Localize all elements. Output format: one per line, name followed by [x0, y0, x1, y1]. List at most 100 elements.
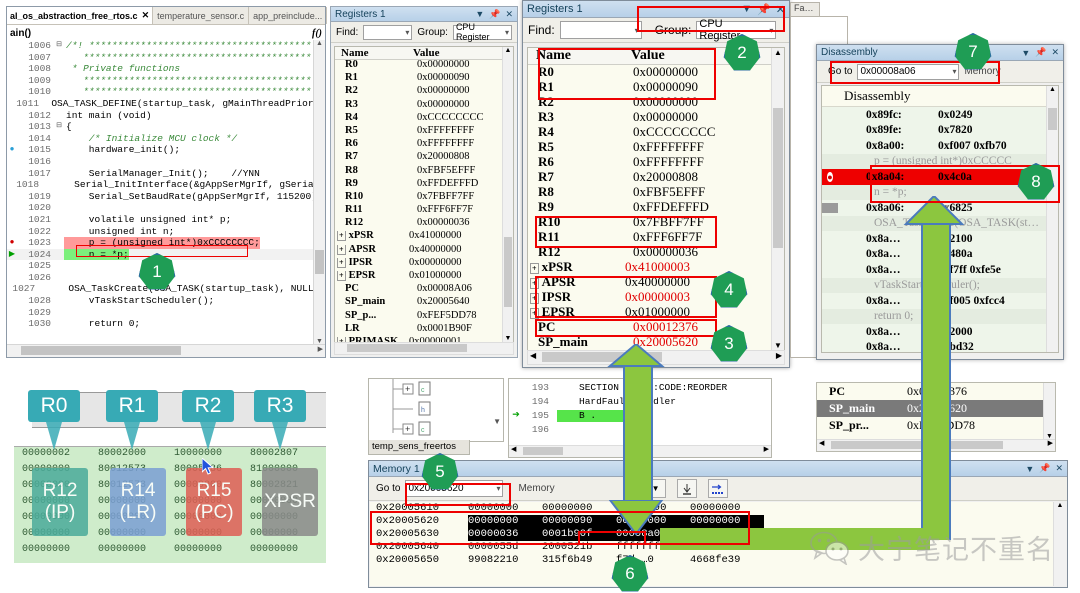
code-line[interactable]: 1009 ***********************************… — [7, 75, 325, 87]
code-line[interactable]: 1011 OSA_TASK_DEFINE(startup_task, gMainT… — [7, 98, 325, 110]
scroll-up-icon[interactable]: ▲ — [503, 47, 513, 54]
hscroll-thumb[interactable] — [347, 344, 467, 352]
fold-icon[interactable]: ⊟ — [54, 121, 64, 133]
chevron-down-icon[interactable]: ▾ — [501, 28, 509, 37]
disassembly-instruction[interactable]: 0x89fe: 0x7820 — [822, 123, 1058, 139]
code-line[interactable]: 1006 ⊟/*! *******************************… — [7, 40, 325, 52]
find-input[interactable]: ▾ — [559, 21, 642, 39]
pin-icon[interactable]: 📌 — [1035, 47, 1046, 58]
function-icon[interactable]: f() — [312, 28, 322, 39]
scroll-up-icon[interactable]: ▲ — [314, 40, 325, 47]
register-row[interactable]: R7 0x20000808 — [335, 151, 513, 165]
scroll-thumb[interactable] — [504, 237, 512, 307]
group-select[interactable]: CPU Register ▾ — [696, 18, 777, 42]
tab-app-preinclude[interactable]: app_preinclude... — [249, 7, 328, 24]
expand-icon[interactable]: + — [530, 308, 539, 319]
hscroll-left-icon[interactable]: ◀ — [530, 351, 536, 360]
hscroll-thumb[interactable] — [21, 346, 181, 355]
register-row[interactable]: R11 0xFFF6FF7F — [528, 230, 784, 245]
close-icon[interactable]: ✕ — [1051, 47, 1059, 58]
register-row[interactable]: R2 0x00000000 — [528, 95, 784, 110]
register-row[interactable]: R4 0xCCCCCCCC — [528, 125, 784, 140]
hscroll-left-icon[interactable]: ◀ — [819, 439, 824, 447]
chevron-down-icon[interactable]: ▾ — [631, 26, 639, 35]
register-row[interactable]: R3 0x00000000 — [335, 99, 513, 113]
scroll-thumb[interactable] — [773, 108, 783, 248]
chevron-down-icon[interactable]: ▾ — [765, 26, 773, 35]
tree-scroll-down-icon[interactable]: ▼ — [493, 417, 501, 426]
register-row[interactable]: LR 0x0001B90F — [335, 323, 513, 337]
code-line[interactable]: ● 1023 p = (unsigned int*)0xCCCCCCCC; — [7, 237, 325, 249]
close-icon[interactable]: ✕ — [142, 10, 150, 21]
hscroll-thumb[interactable] — [523, 447, 563, 455]
code-line[interactable]: 1010 ***********************************… — [7, 86, 325, 98]
hscroll-right-icon[interactable]: ▶ — [1048, 439, 1053, 447]
hscroll-right-icon[interactable]: ▶ — [776, 351, 782, 360]
code-line[interactable]: 1029 — [7, 307, 325, 319]
disassembly-source-line[interactable]: p = (unsigned int*)0xCCCCC — [822, 153, 1058, 169]
register-row[interactable]: R10 0x7FBFF7FF — [528, 215, 784, 230]
memory-goto-input[interactable]: 0x20005620 ▾ — [405, 480, 504, 497]
scroll-thumb[interactable] — [315, 250, 324, 274]
scroll-down-icon[interactable]: ▼ — [772, 341, 784, 350]
code-line[interactable]: 1017 SerialManager_Init(); //YNN — [7, 168, 325, 180]
project-tree-panel[interactable]: + + c h c ▼ — [368, 378, 504, 442]
code-line[interactable]: 1019 Serial_SetBaudRate(gAppSerMgrIf, 11… — [7, 191, 325, 203]
fold-icon[interactable]: ⊟ — [54, 40, 64, 52]
memory-fill-icon[interactable] — [676, 479, 697, 498]
code-line[interactable]: 1007 ***********************************… — [7, 52, 325, 64]
expand-icon[interactable]: + — [530, 293, 539, 304]
hscroll-right-icon[interactable]: ▶ — [318, 345, 323, 353]
disassembly-instruction[interactable]: 0x89fc: 0x0249 — [822, 107, 1058, 123]
panel-menu-icon[interactable]: ▼ — [475, 9, 484, 19]
registers-bottom-vscroll[interactable]: ▼ — [1043, 383, 1055, 440]
scroll-thumb[interactable] — [1048, 108, 1057, 130]
registers-small-vscroll[interactable]: ▲ ▼ — [502, 47, 513, 342]
panel-menu-icon[interactable]: ▼ — [1025, 464, 1034, 474]
register-row[interactable]: R12 0x00000036 — [528, 245, 784, 260]
register-row[interactable]: R6 0xFFFFFFFF — [528, 155, 784, 170]
tab-al-os-abstraction[interactable]: al_os_abstraction_free_rtos.c ✕ — [7, 7, 154, 24]
code-line[interactable]: 1030 return 0; — [7, 318, 325, 330]
memory-export-icon[interactable] — [707, 479, 728, 498]
tab-favorites[interactable]: Fa… — [790, 2, 820, 16]
code-line[interactable]: 1014 /* Initialize MCU clock */ — [7, 133, 325, 145]
pin-icon[interactable]: 📌 — [1039, 463, 1050, 474]
expand-icon[interactable]: + — [337, 257, 346, 268]
goto-input[interactable]: 0x00008a06 ▾ — [857, 63, 960, 80]
editor-hscrollbar[interactable]: ▶ — [7, 344, 325, 357]
register-row[interactable]: R8 0xFBF5EFFF — [528, 185, 784, 200]
hscroll-thumb[interactable] — [831, 441, 1003, 449]
registers-small-list[interactable]: Name Value R0 0x00000000 R1 0x00000090 R2 0x0… — [334, 46, 514, 343]
scroll-up-icon[interactable]: ▲ — [1047, 86, 1058, 93]
close-icon[interactable]: ✕ — [505, 9, 513, 20]
chevron-down-icon[interactable]: ▾ — [948, 67, 956, 76]
chevron-down-icon[interactable]: ▾ — [492, 484, 500, 493]
code-line[interactable]: ● 1015 hardware_init(); — [7, 144, 325, 156]
scroll-up-icon[interactable]: ▲ — [772, 48, 784, 57]
register-row[interactable]: R5 0xFFFFFFFF — [528, 140, 784, 155]
registers-big-list[interactable]: Name Value R0 0x00000000 R1 0x00000090 R2 0x0… — [527, 47, 785, 351]
find-input[interactable]: ▾ — [363, 24, 413, 40]
editor-vscrollbar[interactable]: ▲ ▼ — [313, 40, 325, 345]
code-line[interactable]: 1020 — [7, 202, 325, 214]
register-row[interactable]: R8 0xFBF5EFFF — [335, 165, 513, 179]
expand-icon[interactable]: + — [337, 244, 346, 255]
register-row[interactable]: R4 0xCCCCCCCC — [335, 112, 513, 126]
hscroll-right-icon[interactable]: ▶ — [764, 445, 769, 453]
expand-icon[interactable]: + — [337, 271, 346, 281]
chevron-down-icon[interactable]: ▾ — [401, 28, 409, 37]
code-line[interactable]: 1028 vTaskStartScheduler(); — [7, 295, 325, 307]
expand-icon[interactable]: + — [530, 263, 539, 274]
disassembly-vscroll[interactable]: ▲ — [1046, 86, 1058, 352]
pin-icon[interactable]: 📌 — [489, 9, 500, 20]
close-icon[interactable]: ✕ — [776, 3, 785, 16]
hscroll-left-icon[interactable]: ◀ — [511, 445, 516, 453]
register-row[interactable]: R9 0xFFDEFFFD — [528, 200, 784, 215]
group-select[interactable]: CPU Register ▾ — [452, 22, 512, 42]
register-row[interactable]: R9 0xFFDEFFFD — [335, 178, 513, 192]
panel-menu-icon[interactable]: ▼ — [1021, 48, 1030, 58]
registers-small-hscroll[interactable] — [334, 342, 514, 355]
expand-icon[interactable]: + — [530, 278, 539, 289]
register-row[interactable]: + EPSR 0x01000000 — [528, 305, 784, 320]
